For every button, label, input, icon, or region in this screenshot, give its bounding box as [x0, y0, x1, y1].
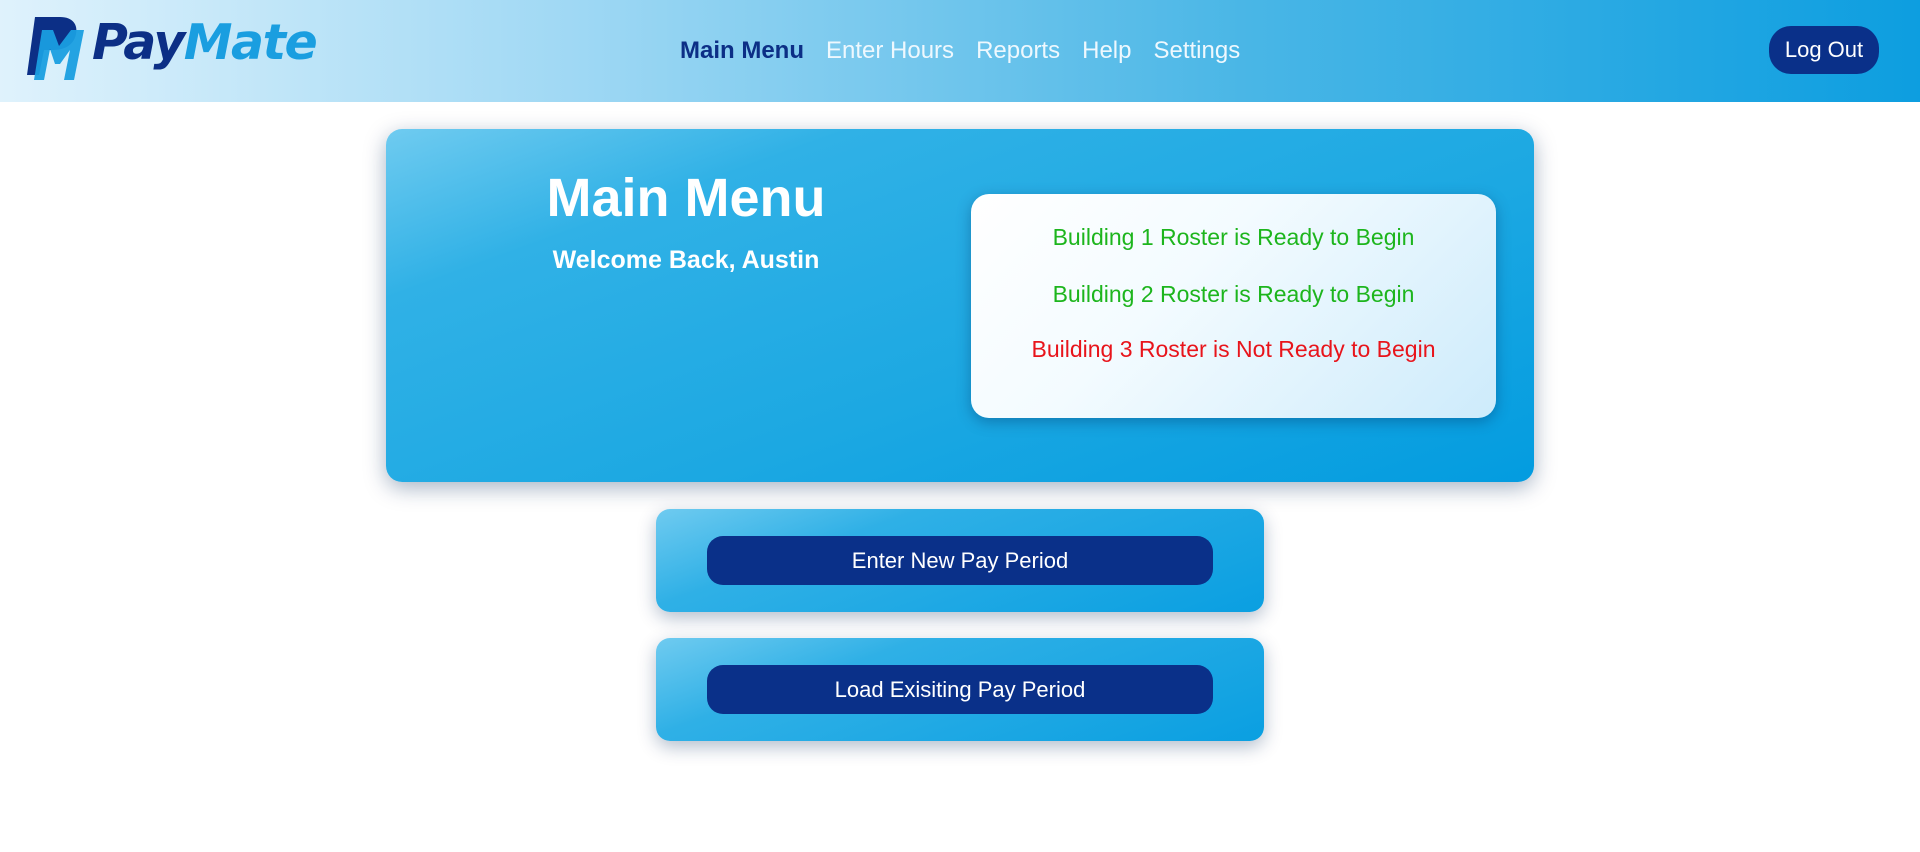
page-title: Main Menu	[546, 168, 826, 228]
logo-wordmark-pay: Pay	[92, 14, 185, 71]
roster-status-building-1: Building 1 Roster is Ready to Begin	[1052, 224, 1415, 250]
top-navigation-bar: PayMate Main Menu Enter Hours Reports He…	[0, 0, 1920, 102]
log-out-button[interactable]: Log Out	[1769, 26, 1879, 74]
nav-item-settings[interactable]: Settings	[1153, 37, 1240, 65]
nav-item-help[interactable]: Help	[1082, 37, 1131, 65]
roster-status-building-2: Building 2 Roster is Ready to Begin	[1052, 281, 1415, 307]
load-pay-period-panel: Load Exisiting Pay Period	[656, 638, 1264, 741]
nav-item-enter-hours[interactable]: Enter Hours	[826, 37, 954, 65]
load-existing-pay-period-button[interactable]: Load Exisiting Pay Period	[707, 665, 1213, 714]
nav-item-reports[interactable]: Reports	[976, 37, 1060, 65]
main-nav: Main Menu Enter Hours Reports Help Setti…	[680, 36, 1240, 66]
paymate-logo[interactable]: PayMate	[26, 16, 318, 80]
enter-new-pay-period-button[interactable]: Enter New Pay Period	[707, 536, 1213, 585]
roster-status-building-3: Building 3 Roster is Not Ready to Begin	[1031, 336, 1436, 362]
nav-item-main-menu[interactable]: Main Menu	[680, 37, 804, 65]
main-menu-card: Main Menu Welcome Back, Austin Building …	[386, 129, 1534, 482]
logo-wordmark-mate: Mate	[183, 14, 318, 71]
logo-wordmark: PayMate	[92, 18, 318, 67]
new-pay-period-panel: Enter New Pay Period	[656, 509, 1264, 612]
welcome-message: Welcome Back, Austin	[552, 246, 820, 274]
roster-status-panel: Building 1 Roster is Ready to Begin Buil…	[971, 194, 1496, 418]
pm-monogram-icon	[27, 17, 84, 80]
